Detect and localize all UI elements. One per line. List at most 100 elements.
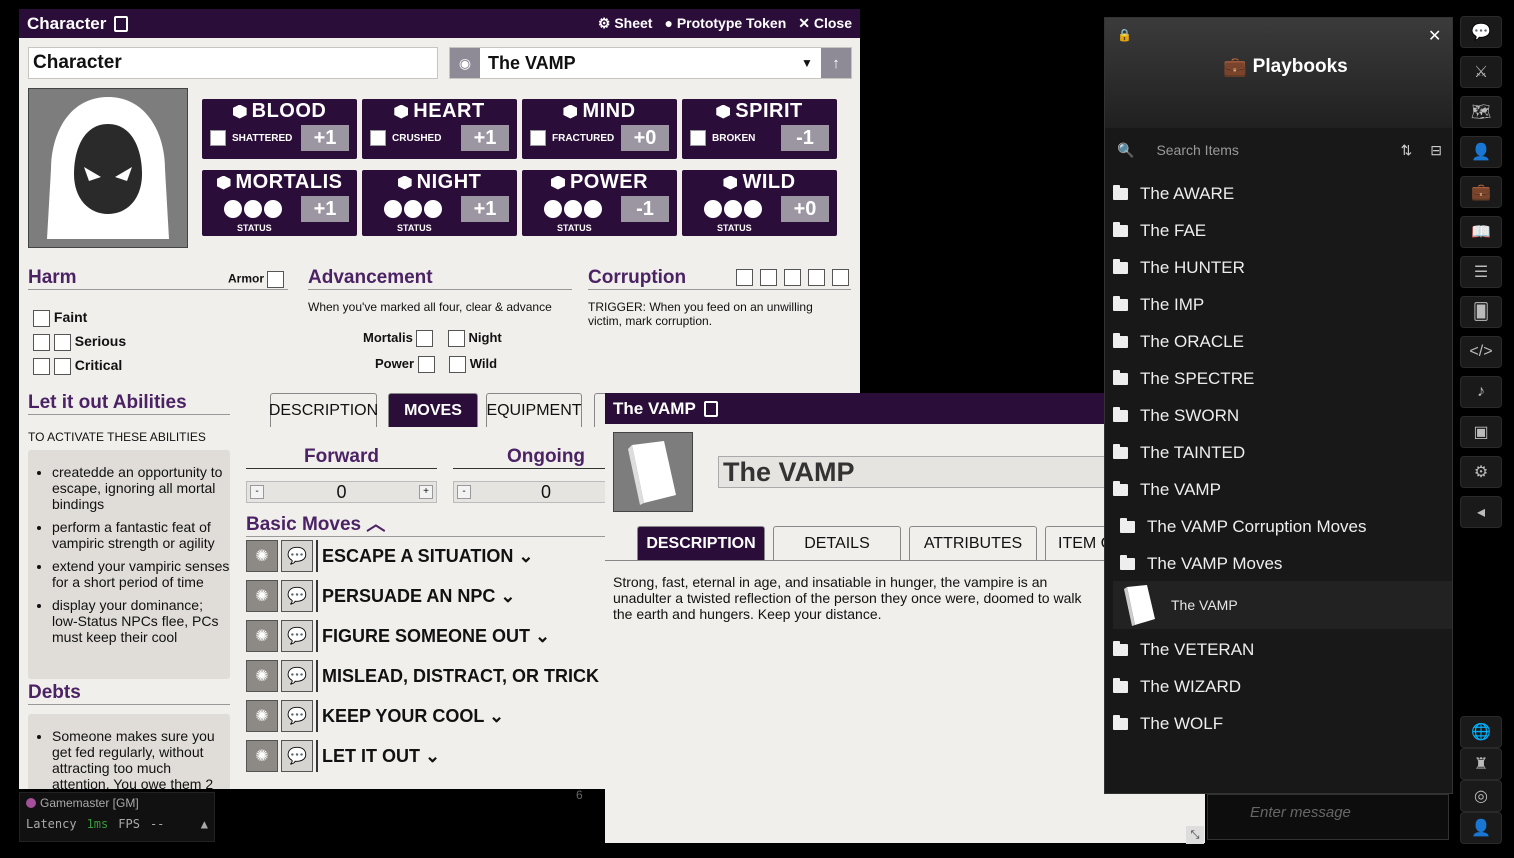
serious-checkbox-1[interactable]	[33, 333, 50, 351]
item-tab-details[interactable]: DETAILS	[773, 526, 901, 560]
settings-tab-icon[interactable]: ⚙	[1460, 456, 1502, 488]
dice-icon[interactable]	[723, 175, 738, 190]
collapse-icon[interactable]: ▲	[201, 817, 208, 831]
move-title[interactable]: PERSUADE AN NPC ⌄	[316, 580, 515, 612]
faction-mod[interactable]: +1	[461, 196, 509, 222]
item-image[interactable]	[613, 432, 693, 512]
chat-icon[interactable]: 💬	[281, 580, 313, 612]
corruption-box[interactable]	[760, 269, 777, 286]
subfolder-item[interactable]: The VAMP Moves	[1120, 554, 1282, 574]
minus-button[interactable]: -	[457, 485, 471, 499]
roll-icon[interactable]: ✺	[246, 540, 278, 572]
tab-description[interactable]: DESCRIPTION	[269, 393, 378, 427]
prototype-token-button[interactable]: ● Prototype Token	[664, 15, 786, 32]
sheet-config-button[interactable]: ⚙ Sheet	[598, 15, 653, 32]
stat-mod[interactable]: +0	[621, 125, 669, 151]
mortalis-advance-checkbox[interactable]	[416, 330, 434, 348]
tab-equipment[interactable]: EQUIPMENT	[486, 393, 582, 427]
folder-item[interactable]: The IMP	[1113, 295, 1204, 315]
collapse-folders-icon[interactable]: ⊟	[1430, 142, 1442, 159]
dice-icon[interactable]	[394, 104, 409, 119]
eye-icon[interactable]: ◉	[450, 48, 480, 78]
items-tab-icon[interactable]: 💼	[1460, 176, 1502, 208]
fractured-checkbox[interactable]	[530, 130, 546, 146]
ongoing-value[interactable]: 0	[541, 482, 551, 503]
dice-icon[interactable]	[563, 104, 578, 119]
folder-item[interactable]: The VETERAN	[1113, 640, 1254, 660]
corruption-box[interactable]	[832, 269, 849, 286]
dice-icon[interactable]	[550, 175, 565, 190]
playlists-tab-icon[interactable]: ♪	[1460, 376, 1502, 408]
actors-tab-icon[interactable]: 👤	[1460, 136, 1502, 168]
status-dots[interactable]	[544, 200, 602, 218]
journal-tab-icon[interactable]: 📖	[1460, 216, 1502, 248]
stat-mod[interactable]: -1	[781, 125, 829, 151]
folder-item[interactable]: The SWORN	[1113, 406, 1239, 426]
macros-tab-icon[interactable]: </>	[1460, 336, 1502, 368]
folder-item[interactable]: The AWARE	[1113, 184, 1234, 204]
stat-mod[interactable]: +1	[461, 125, 509, 151]
combat-tab-icon[interactable]: ⚔	[1460, 56, 1502, 88]
basic-moves-heading[interactable]: Basic Moves ︿	[246, 509, 626, 537]
folder-item[interactable]: The ORACLE	[1113, 332, 1244, 352]
status-dots[interactable]	[384, 200, 442, 218]
move-title[interactable]: KEEP YOUR COOL ⌄	[316, 700, 504, 732]
move-title[interactable]: MISLEAD, DISTRACT, OR TRICK ⌄	[316, 660, 619, 692]
visibility-icon[interactable]: ◎	[1460, 780, 1502, 812]
wild-advance-checkbox[interactable]	[449, 356, 467, 374]
folder-item-open[interactable]: The VAMP	[1113, 480, 1221, 500]
move-title[interactable]: FIGURE SOMEONE OUT ⌄	[316, 620, 550, 652]
dice-icon[interactable]	[216, 175, 231, 190]
scenes-tab-icon[interactable]: 🗺	[1460, 96, 1502, 128]
chat-icon[interactable]: 💬	[281, 700, 313, 732]
chat-icon[interactable]: 💬	[281, 540, 313, 572]
minus-button[interactable]: -	[250, 485, 264, 499]
resize-handle[interactable]: ⤡	[1186, 826, 1204, 844]
compendium-tab-icon[interactable]: ▣	[1460, 416, 1502, 448]
close-icon[interactable]: ✕	[1428, 26, 1441, 46]
armor-checkbox[interactable]	[267, 271, 285, 288]
sort-icon[interactable]: ⇅	[1401, 142, 1413, 159]
roll-icon[interactable]: ✺	[246, 660, 278, 692]
document-id-icon[interactable]	[114, 15, 129, 32]
character-name-input[interactable]: Character	[28, 47, 438, 79]
move-title[interactable]: ESCAPE A SITUATION ⌄	[316, 540, 533, 572]
collapse-sidebar-icon[interactable]: ◂	[1460, 496, 1502, 528]
folder-item[interactable]: The HUNTER	[1113, 258, 1245, 278]
corruption-box[interactable]	[808, 269, 825, 286]
chat-icon[interactable]: 💬	[281, 660, 313, 692]
shattered-checkbox[interactable]	[210, 130, 226, 146]
stat-mod[interactable]: +1	[301, 125, 349, 151]
faction-mod[interactable]: +1	[301, 196, 349, 222]
corruption-box[interactable]	[736, 269, 753, 286]
folder-item[interactable]: The WIZARD	[1113, 677, 1241, 697]
item-tab-description[interactable]: DESCRIPTION	[637, 526, 765, 560]
dice-icon[interactable]	[716, 104, 731, 119]
chat-icon[interactable]: 💬	[281, 620, 313, 652]
critical-checkbox-2[interactable]	[53, 357, 71, 375]
playbook-item[interactable]: The VAMP	[1113, 581, 1452, 629]
tab-moves[interactable]: MOVES	[388, 393, 478, 427]
forward-value[interactable]: 0	[336, 482, 346, 503]
broken-checkbox[interactable]	[690, 130, 706, 146]
chat-tab-icon[interactable]: 💬	[1460, 16, 1502, 48]
corruption-box[interactable]	[784, 269, 801, 286]
cards-tab-icon[interactable]: 🂠	[1460, 296, 1502, 328]
arrow-up-icon[interactable]: ↑	[821, 48, 851, 78]
folder-item[interactable]: The TAINTED	[1113, 443, 1245, 463]
roll-icon[interactable]: ✺	[246, 620, 278, 652]
lock-icon[interactable]: 🔒	[1117, 28, 1132, 42]
subfolder-item[interactable]: The VAMP Corruption Moves	[1120, 517, 1367, 537]
tables-tab-icon[interactable]: ☰	[1460, 256, 1502, 288]
status-dots[interactable]	[224, 200, 282, 218]
power-advance-checkbox[interactable]	[417, 356, 435, 374]
search-input[interactable]: Search Items	[1156, 142, 1238, 158]
faction-mod[interactable]: -1	[621, 196, 669, 222]
character-portrait[interactable]	[28, 88, 188, 248]
roll-icon[interactable]: ✺	[246, 580, 278, 612]
chat-input[interactable]: Enter message	[1207, 794, 1449, 840]
globe-icon[interactable]: 🌐	[1460, 716, 1502, 748]
critical-checkbox-1[interactable]	[33, 357, 50, 375]
move-title[interactable]: LET IT OUT ⌄	[316, 740, 440, 772]
dice-icon[interactable]	[397, 175, 412, 190]
